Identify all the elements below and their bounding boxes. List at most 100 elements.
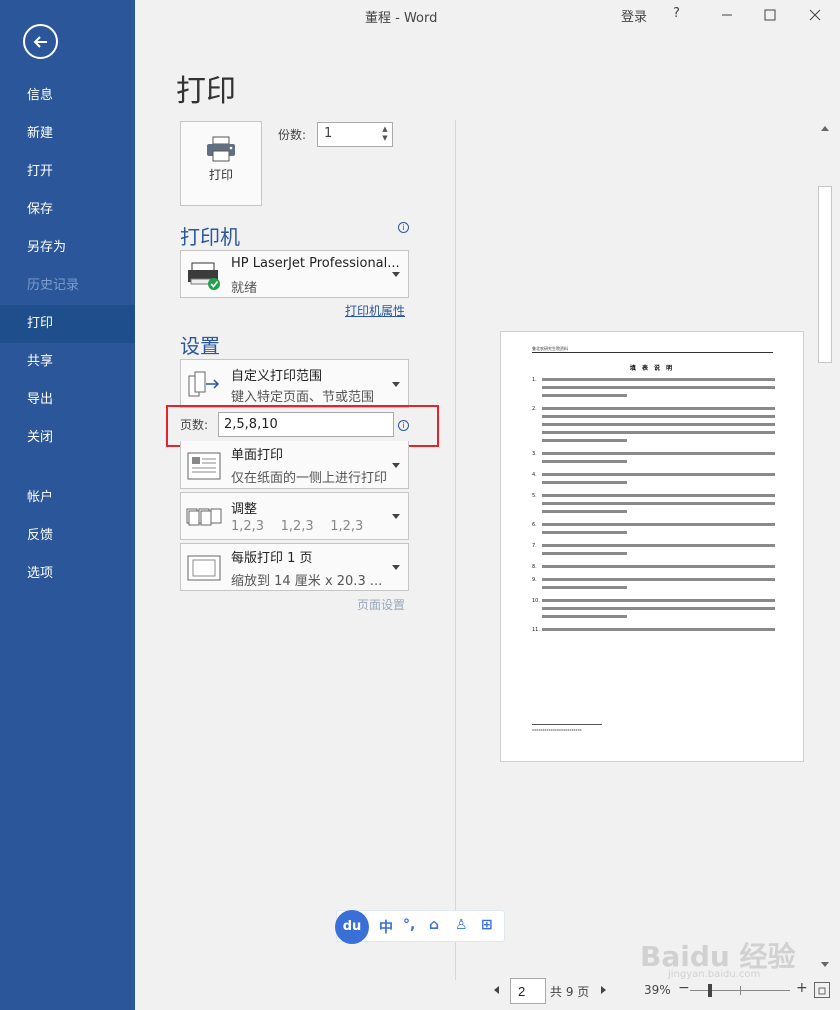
previous-page-button[interactable] [494, 986, 499, 994]
preview-item-number: 7. [532, 543, 537, 549]
preview-scrollbar[interactable] [817, 120, 833, 975]
nav-item-export[interactable]: 导出 [0, 381, 135, 419]
print-range-dropdown[interactable]: 自定义打印范围 键入特定页面、节或范围 [180, 359, 409, 408]
next-page-button[interactable] [601, 986, 606, 994]
watermark-url: jingyan.baidu.com [668, 969, 761, 980]
maximize-icon [764, 9, 776, 21]
page-title: 打印 [176, 74, 236, 109]
sides-title: 单面打印 [231, 448, 284, 463]
nav-item-open[interactable]: 打开 [0, 153, 135, 191]
zoom-out-button[interactable]: − [678, 980, 690, 996]
back-button[interactable] [23, 24, 58, 59]
nav-item-share[interactable]: 共享 [0, 343, 135, 381]
zoom-slider-midmark [740, 986, 741, 995]
ime-toolbar[interactable]: du 中 °, ⌂ ♙ ⊞ [335, 910, 505, 944]
nav-item-info[interactable]: 信息 [0, 77, 135, 115]
chevron-down-icon[interactable]: ▼ [380, 134, 390, 143]
printer-status: 就绪 [231, 281, 258, 296]
preview-title: 填 表 说 明 [629, 365, 675, 372]
preview-text-line [542, 423, 775, 426]
preview-text-line [542, 544, 775, 547]
nav-item-feedback[interactable]: 反馈 [0, 517, 135, 555]
preview-text-line [542, 586, 628, 589]
nav-item-history: 历史记录 [27, 278, 80, 293]
nav-item-save[interactable]: 保存 [0, 191, 135, 229]
ime-punctuation-toggle[interactable]: °, [403, 917, 415, 933]
printer-properties-link[interactable]: 打印机属性 [345, 302, 405, 319]
printer-dropdown[interactable]: HP LaserJet Professional... 就绪 [180, 250, 409, 298]
info-icon[interactable]: i [398, 222, 409, 233]
scroll-down-icon[interactable] [821, 962, 829, 967]
preview-text-line [542, 599, 775, 602]
chevron-down-icon [392, 272, 400, 277]
sides-dropdown[interactable]: 单面打印 仅在纸面的一侧上进行打印 [180, 441, 409, 489]
zoom-level: 39% [644, 983, 671, 997]
arrow-left-icon [33, 36, 47, 48]
copies-spin-buttons[interactable]: ▲ ▼ [380, 125, 390, 145]
print-preview-page: 鲁北农研究生院资料 填 表 说 明 1. 2. 3. 4. 5. 6. 7. 8. 9. 10. 1… [500, 331, 804, 762]
window-title: 董程 - Word [365, 11, 438, 26]
chevron-down-icon [392, 565, 400, 570]
nav-item-print[interactable]: 打印 [0, 305, 135, 343]
backstage-nav: 信息 新建 打开 保存 另存为 历史记录 打印 共享 导出 关闭 帐户 反馈 选… [0, 0, 135, 1010]
preview-text-line [542, 431, 775, 434]
preview-item-number: 1. [532, 377, 537, 383]
per-sheet-title: 每版打印 1 页 [231, 551, 313, 566]
preview-item-number: 4. [532, 472, 537, 478]
preview-text-line [542, 386, 775, 389]
pane-divider [455, 120, 456, 980]
fit-page-icon [818, 987, 826, 995]
preview-item-number: 6. [532, 522, 537, 528]
zoom-to-page-icon[interactable] [814, 982, 830, 998]
collate-title: 调整 [231, 502, 258, 517]
zoom-in-button[interactable]: + [796, 980, 808, 996]
scroll-thumb[interactable] [818, 186, 832, 363]
user-icon[interactable]: ♙ [455, 917, 468, 933]
page-number-input[interactable] [510, 978, 546, 1004]
minimize-button[interactable] [715, 4, 739, 26]
chevron-down-icon [392, 462, 400, 468]
preview-text-line [542, 523, 775, 526]
print-range-title: 自定义打印范围 [231, 369, 323, 384]
preview-text-line [542, 394, 628, 397]
nav-item-new[interactable]: 新建 [0, 115, 135, 153]
print-button-label: 打印 [208, 168, 233, 182]
printer-heading: 打印机 [180, 225, 240, 249]
nav-item-account[interactable]: 帐户 [0, 479, 135, 517]
preview-item-number: 3. [532, 451, 537, 457]
nav-item-options[interactable]: 选项 [0, 555, 135, 593]
copies-label: 份数: [278, 128, 307, 142]
page-setup-link[interactable]: 页面设置 [357, 596, 405, 613]
page-per-sheet-icon [187, 555, 221, 581]
chevron-down-icon [392, 514, 400, 519]
preview-footnote: xxxxxxxxxxxxxxxxxxxxxxxx [532, 728, 582, 732]
toolbox-icon[interactable]: ⌂ [429, 917, 439, 933]
preview-item-number: 11. [532, 627, 540, 633]
collate-dropdown[interactable]: 调整 1,2,3 1,2,3 1,2,3 [180, 492, 409, 540]
ime-chinese-toggle[interactable]: 中 [379, 917, 393, 937]
help-button[interactable]: ? [673, 6, 680, 21]
zoom-slider-thumb[interactable] [708, 984, 712, 997]
close-icon [809, 9, 821, 21]
preview-text-line [542, 578, 775, 581]
nav-item-close[interactable]: 关闭 [0, 419, 135, 457]
preview-text-line [542, 628, 775, 631]
chevron-up-icon[interactable]: ▲ [380, 125, 390, 134]
scroll-up-icon[interactable] [821, 126, 829, 131]
preview-text-line [542, 452, 775, 455]
maximize-button[interactable] [758, 4, 782, 26]
baidu-ime-logo[interactable]: du [335, 910, 369, 944]
preview-text-line [542, 494, 775, 497]
pages-per-sheet-dropdown[interactable]: 每版打印 1 页 缩放到 14 厘米 x 20.3 ... [180, 543, 409, 591]
preview-text-line [542, 531, 628, 534]
nav-item-save-as[interactable]: 另存为 [0, 229, 135, 267]
copies-stepper[interactable]: 1 ▲ ▼ [317, 122, 393, 147]
preview-text-line [542, 615, 628, 618]
sign-in-link[interactable]: 登录 [621, 6, 647, 25]
preview-text-line [542, 481, 628, 484]
close-window-button[interactable] [803, 4, 827, 26]
preview-item-number: 8. [532, 564, 537, 570]
preview-text-line [542, 439, 628, 442]
print-button[interactable]: 打印 [180, 121, 262, 206]
grid-menu-icon[interactable]: ⊞ [481, 917, 493, 933]
